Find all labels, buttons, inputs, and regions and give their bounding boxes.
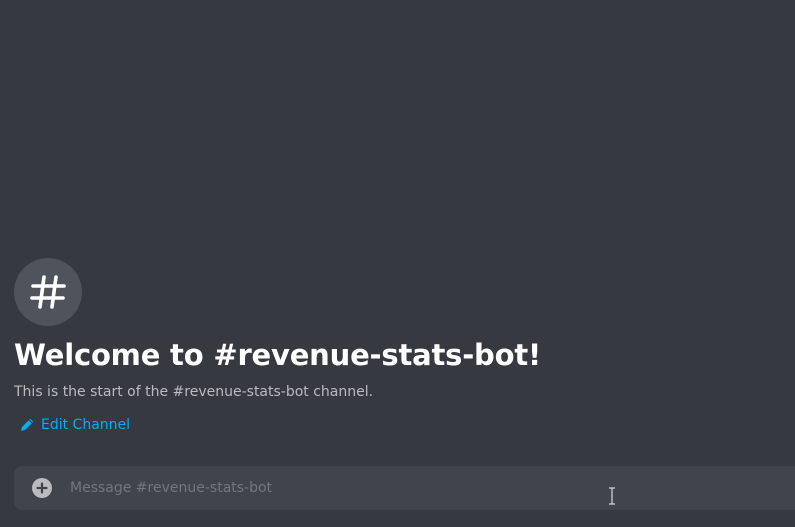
plus-circle-icon — [36, 482, 48, 494]
channel-hashtag-avatar — [14, 258, 82, 326]
attach-button[interactable] — [32, 478, 52, 498]
channel-view: Welcome to #revenue-stats-bot! This is t… — [0, 0, 795, 527]
pencil-icon — [21, 418, 34, 431]
message-composer — [14, 466, 795, 510]
message-input[interactable] — [70, 466, 795, 510]
edit-channel-button[interactable]: Edit Channel — [20, 414, 130, 436]
hashtag-icon — [30, 275, 66, 309]
welcome-subtitle: This is the start of the #revenue-stats-… — [14, 384, 374, 400]
text-cursor-icon — [609, 487, 615, 505]
edit-channel-label: Edit Channel — [41, 417, 131, 433]
welcome-title: Welcome to #revenue-stats-bot! — [14, 338, 542, 372]
